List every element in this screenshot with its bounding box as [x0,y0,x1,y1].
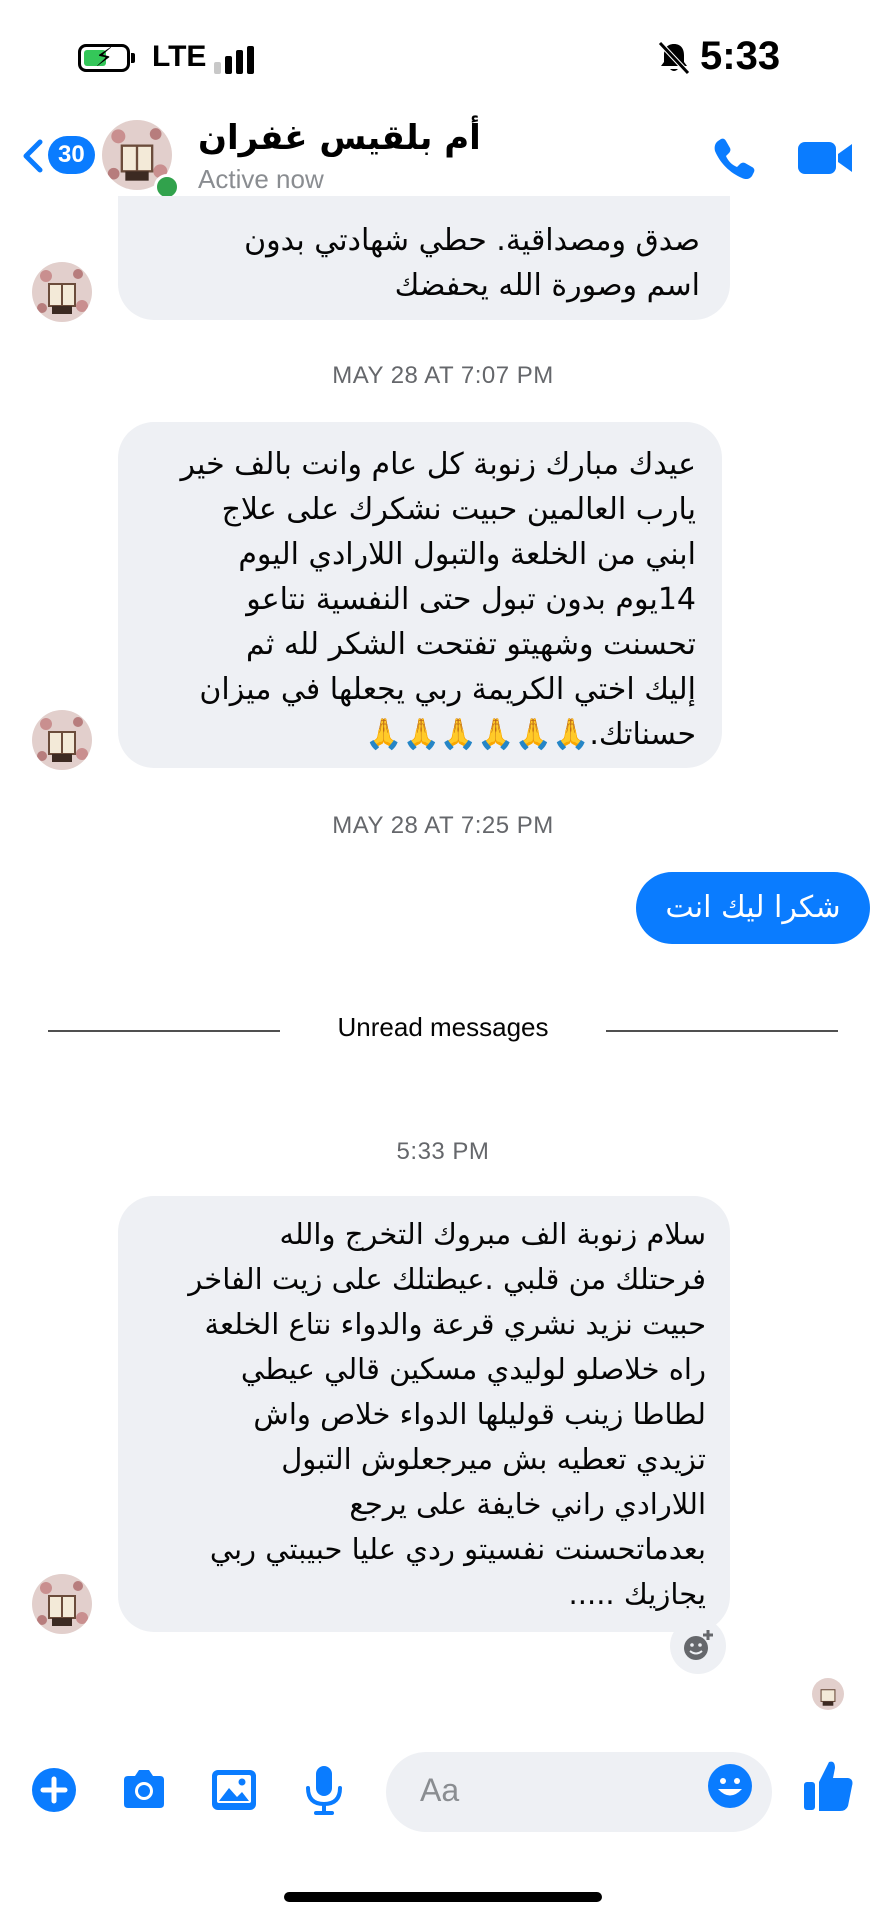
carrier-label: LTE [152,40,207,73]
sender-avatar[interactable] [32,710,92,770]
battery-icon: ⚡ [78,43,130,73]
sender-avatar[interactable] [32,1574,92,1634]
camera-icon[interactable] [116,1762,172,1818]
sender-avatar[interactable] [32,262,92,322]
gallery-icon[interactable] [206,1762,262,1818]
unread-messages-divider: Unread messages [337,1012,549,1042]
video-call-icon[interactable] [796,134,854,182]
outgoing-message[interactable]: شكرا ليك انت [636,872,870,944]
incoming-message[interactable]: صدق ومصداقية. حطي شهادتي بدون اسم وصورة … [118,196,730,320]
divider-line-right [606,1030,838,1032]
phone-call-icon[interactable] [710,134,758,182]
smiley-plus-icon [684,1630,713,1660]
message-timestamp: 5:33 PM [396,1138,490,1165]
silent-bell-icon [658,41,690,75]
incoming-message[interactable]: عيدك مبارك زنوبة كل عام وانت بالف خير يا… [118,422,722,768]
message-composer: Aa [0,1742,886,1852]
emoji-icon[interactable] [706,1762,754,1810]
battery-nub [131,53,135,63]
add-reaction-button[interactable] [670,1618,726,1674]
message-input-placeholder: Aa [420,1772,460,1808]
thumbs-up-icon[interactable] [800,1756,856,1816]
message-timestamp: MAY 28 AT 7:07 PM [332,362,554,389]
clock: 5:33 [700,34,781,78]
back-button[interactable]: 30 [14,132,95,180]
add-icon[interactable] [26,1762,82,1818]
incoming-message[interactable]: سلام زنوبة الف مبروك التخرج والله فرحتلك… [118,1196,730,1632]
status-bar: ⚡ LTE 5:33 [0,0,886,110]
message-timestamp: MAY 28 AT 7:25 PM [332,812,554,839]
seen-receipt-avatar [812,1678,844,1710]
contact-name[interactable]: أم بلقيس غفران [198,118,481,158]
unread-count-badge: 30 [48,136,95,174]
conversation-header: 30 أم بلقيس غفران Active now [0,110,886,210]
presence-status: Active now [198,164,324,194]
signal-icon [214,46,264,74]
microphone-icon[interactable] [296,1762,352,1818]
home-indicator[interactable] [284,1892,602,1902]
